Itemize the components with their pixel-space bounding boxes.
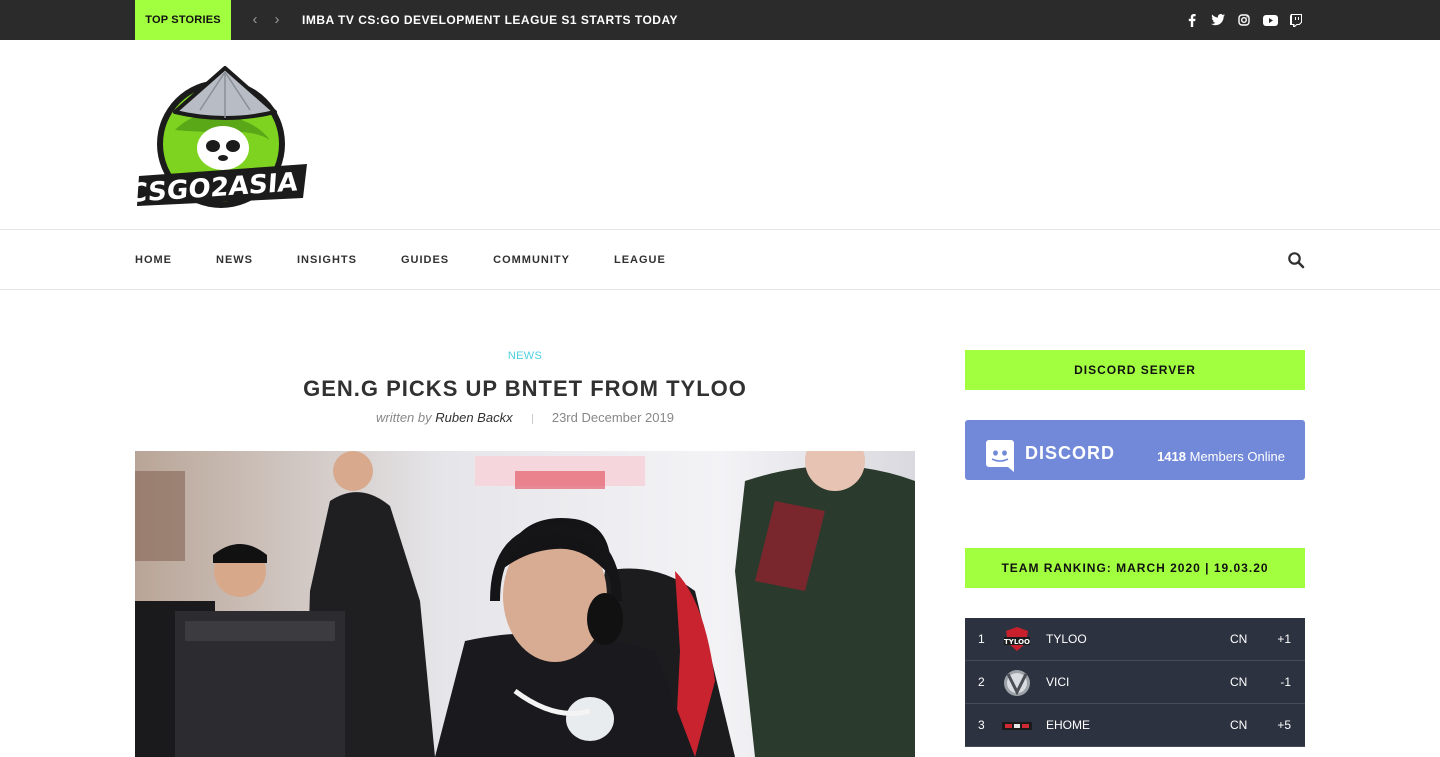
tyloo-logo-icon: TYLOO xyxy=(1002,625,1032,655)
rank-team-name: EHOME xyxy=(1046,718,1091,732)
main-nav: HOME NEWS INSIGHTS GUIDES COMMUNITY LEAG… xyxy=(0,230,1440,290)
top-bar: TOP STORIES ‹ › IMBA TV CS:GO DEVELOPMEN… xyxy=(0,0,1440,40)
ticker-headline[interactable]: IMBA TV CS:GO DEVELOPMENT LEAGUE S1 STAR… xyxy=(302,13,678,27)
ranking-row[interactable]: 3 EHOME CN +5 xyxy=(965,704,1305,747)
rank-change: +5 xyxy=(1277,718,1291,732)
search-icon[interactable] xyxy=(1287,251,1305,269)
ranking-row[interactable]: 2 VICI CN -1 xyxy=(965,661,1305,704)
discord-heading: DISCORD SERVER xyxy=(965,350,1305,390)
article-title: GEN.G PICKS UP BNTET FROM TYLOO xyxy=(303,376,747,401)
written-by-label: written by xyxy=(376,410,432,425)
nav-item-league[interactable]: LEAGUE xyxy=(614,254,666,266)
rank-team-name: TYLOO xyxy=(1046,632,1087,646)
article-meta: written by Ruben Backx 23rd December 201… xyxy=(135,410,915,425)
article-hero-image xyxy=(135,451,915,757)
rank-position: 2 xyxy=(978,675,985,689)
rank-country: CN xyxy=(1230,718,1248,732)
site-header: CSGO2ASIA xyxy=(0,40,1440,230)
rank-change: +1 xyxy=(1277,632,1291,646)
nav-item-community[interactable]: COMMUNITY xyxy=(493,254,570,266)
twitter-icon[interactable] xyxy=(1209,11,1227,29)
rank-country: CN xyxy=(1230,675,1248,689)
ehome-logo-icon xyxy=(1002,711,1032,741)
discord-online-label: Members Online xyxy=(1189,449,1285,464)
social-links xyxy=(1183,11,1305,29)
vici-logo-icon xyxy=(1002,668,1032,698)
discord-online-count: 1418 Members Online xyxy=(1157,449,1285,464)
team-ranking-table: 1 TYLOO TYLOO CN +1 2 VICI CN -1 3 EHOME… xyxy=(965,618,1305,747)
article-author[interactable]: Ruben Backx xyxy=(435,410,512,425)
article-category[interactable]: NEWS xyxy=(135,350,915,362)
site-logo[interactable]: CSGO2ASIA xyxy=(127,60,315,210)
meta-divider xyxy=(532,413,534,424)
discord-widget[interactable]: DISCORD 1418 Members Online xyxy=(965,420,1305,480)
twitch-icon[interactable] xyxy=(1287,11,1305,29)
rank-team-name: VICI xyxy=(1046,675,1070,689)
article-date: 23rd December 2019 xyxy=(551,410,674,425)
rank-country: CN xyxy=(1230,632,1248,646)
nav-item-insights[interactable]: INSIGHTS xyxy=(297,254,357,266)
rank-position: 1 xyxy=(978,632,985,646)
discord-icon xyxy=(985,440,1015,477)
ranking-heading: TEAM RANKING: MARCH 2020 | 19.03.20 xyxy=(965,548,1305,588)
discord-member-count: 1418 xyxy=(1157,449,1186,464)
rank-position: 3 xyxy=(978,718,985,732)
ranking-row[interactable]: 1 TYLOO TYLOO CN +1 xyxy=(965,618,1305,661)
facebook-icon[interactable] xyxy=(1183,11,1201,29)
nav-item-news[interactable]: NEWS xyxy=(216,254,253,266)
chevron-right-icon[interactable]: › xyxy=(270,12,284,28)
discord-wordmark: DISCORD xyxy=(1025,443,1116,463)
svg-text:TYLOO: TYLOO xyxy=(1004,638,1030,646)
instagram-icon[interactable] xyxy=(1235,11,1253,29)
nav-item-home[interactable]: HOME xyxy=(135,254,172,266)
youtube-icon[interactable] xyxy=(1261,11,1279,29)
rank-change: -1 xyxy=(1280,675,1291,689)
top-stories-label: TOP STORIES xyxy=(135,0,231,40)
chevron-left-icon[interactable]: ‹ xyxy=(248,12,262,28)
nav-item-guides[interactable]: GUIDES xyxy=(401,254,449,266)
